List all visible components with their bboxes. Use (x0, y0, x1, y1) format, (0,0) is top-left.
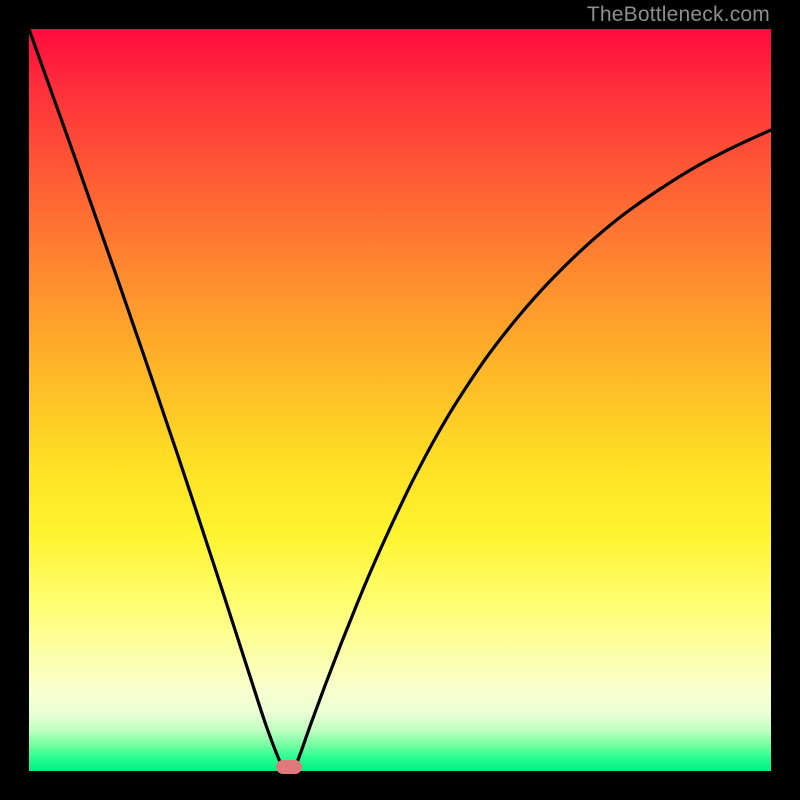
bottleneck-marker (276, 760, 302, 774)
bottleneck-curve (29, 29, 771, 771)
curve-layer (29, 29, 771, 771)
chart-container: TheBottleneck.com (0, 0, 800, 800)
plot-area (29, 29, 771, 771)
watermark-text: TheBottleneck.com (587, 3, 770, 27)
